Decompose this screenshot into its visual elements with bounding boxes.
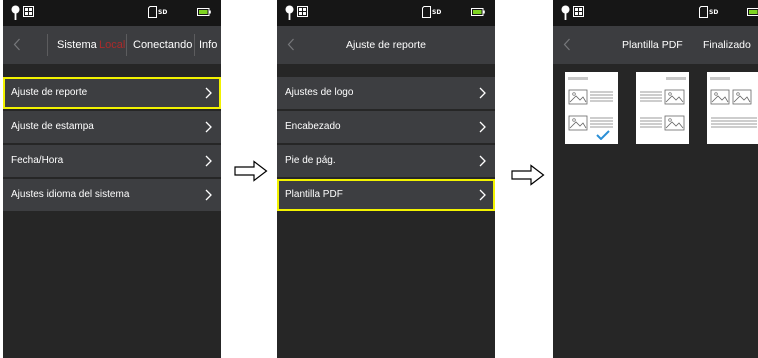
chevron-right-icon (205, 155, 212, 167)
battery-icon (747, 8, 758, 16)
menu-item-plantilla-pdf[interactable]: Plantilla PDF (277, 179, 495, 211)
grid-icon (23, 6, 34, 17)
screen-system-settings: SD Sistema Local Conectando Info Ajuste … (3, 0, 221, 358)
screen-pdf-template: SD Plantilla PDF Finalizado (553, 0, 758, 358)
sd-label: SD (432, 9, 442, 16)
arrow-right-icon (511, 164, 545, 186)
title-bar: Ajuste de reporte (277, 26, 495, 64)
menu-item-label: Pie de pág. (285, 155, 336, 166)
grid-icon (573, 6, 584, 17)
template-layout-icon (640, 77, 686, 131)
grid-icon (297, 6, 308, 17)
menu-item-label: Plantilla PDF (285, 189, 343, 200)
status-bar: SD (3, 0, 221, 26)
tab-sistema[interactable]: Sistema (57, 26, 97, 64)
status-bar: SD (553, 0, 758, 26)
location-icon (285, 5, 294, 20)
check-icon (596, 130, 610, 140)
report-menu: Ajustes de logo Encabezado Pie de pág. P… (277, 77, 495, 213)
chevron-right-icon (479, 87, 486, 99)
template-layout-icon (568, 77, 613, 131)
sd-card-icon: SD (148, 6, 170, 18)
pdf-template-2[interactable] (636, 72, 689, 144)
battery-icon (197, 8, 211, 16)
menu-item-label: Ajustes de logo (285, 87, 354, 98)
pdf-template-1[interactable] (565, 72, 618, 144)
menu-item-label: Ajustes idioma del sistema (11, 189, 130, 200)
back-chevron-icon[interactable] (13, 38, 21, 51)
chevron-right-icon (205, 189, 212, 201)
sd-card-icon: SD (422, 6, 444, 18)
page-title: Ajuste de reporte (346, 39, 426, 51)
location-icon (11, 5, 20, 20)
settings-menu: Ajuste de reporte Ajuste de estampa Fech… (3, 77, 221, 213)
pdf-template-3[interactable] (707, 72, 758, 144)
tab-info[interactable]: Info (199, 26, 217, 64)
sd-label: SD (158, 9, 168, 16)
menu-item-ajustes-de-logo[interactable]: Ajustes de logo (277, 77, 495, 109)
tab-conectando[interactable]: Conectando (133, 26, 192, 64)
chevron-right-icon (205, 121, 212, 133)
sd-card-icon: SD (699, 6, 721, 18)
menu-item-ajustes-idioma[interactable]: Ajustes idioma del sistema (3, 179, 221, 211)
title-bar: Plantilla PDF Finalizado (553, 26, 758, 64)
menu-item-label: Ajuste de reporte (11, 87, 88, 98)
battery-icon (471, 8, 485, 16)
tab-divider (126, 34, 127, 56)
menu-item-ajuste-de-reporte[interactable]: Ajuste de reporte (3, 77, 221, 109)
page-title: Plantilla PDF (622, 39, 683, 51)
tab-divider (47, 34, 48, 56)
status-bar: SD (277, 0, 495, 26)
menu-item-fecha-hora[interactable]: Fecha/Hora (3, 145, 221, 177)
tab-divider (194, 34, 195, 56)
tab-bar: Sistema Local Conectando Info (3, 26, 221, 64)
screen-report-settings: SD Ajuste de reporte Ajustes de logo Enc… (277, 0, 495, 358)
chevron-right-icon (479, 189, 486, 201)
menu-item-ajuste-de-estampa[interactable]: Ajuste de estampa (3, 111, 221, 143)
menu-item-label: Fecha/Hora (11, 155, 64, 166)
chevron-right-icon (205, 87, 212, 99)
tab-local[interactable]: Local (99, 26, 125, 64)
menu-item-encabezado[interactable]: Encabezado (277, 111, 495, 143)
chevron-right-icon (479, 121, 486, 133)
chevron-right-icon (479, 155, 486, 167)
done-button[interactable]: Finalizado (703, 26, 751, 64)
arrow-right-icon (234, 160, 268, 182)
template-layout-icon (710, 77, 757, 128)
back-chevron-icon[interactable] (563, 38, 571, 51)
menu-item-label: Ajuste de estampa (11, 121, 94, 132)
sd-label: SD (709, 9, 719, 16)
back-chevron-icon[interactable] (287, 38, 295, 51)
menu-item-label: Encabezado (285, 121, 341, 132)
location-icon (561, 5, 570, 20)
menu-item-pie-de-pag[interactable]: Pie de pág. (277, 145, 495, 177)
